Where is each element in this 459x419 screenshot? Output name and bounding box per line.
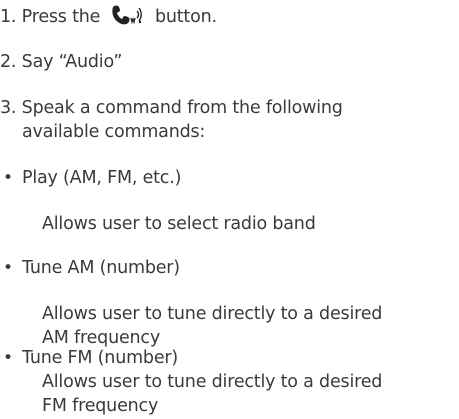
step-3-text-line2: available commands: [22,122,206,142]
command-title: Tune AM (number) [22,258,180,278]
command-description-continuation: FM frequency [42,396,159,416]
command-title: Tune FM (number) [22,348,179,368]
talk-voice-icon [110,4,144,26]
step-1-number: 1. [0,7,17,27]
step-1-text-after: button. [154,7,217,27]
bullet-marker: • [3,258,14,278]
step-1: 1. Press the button. [0,4,217,30]
step-3-text-line1: Speak a command from the following [21,98,343,118]
bullet-marker: • [3,168,14,188]
instruction-document: 1. Press the button. 2. Say “Audio” 3. S… [0,0,459,419]
step-2-text: Say “Audio” [21,52,123,72]
command-description: Allows user to select radio band [42,214,316,234]
step-3: 3. Speak a command from the following [0,96,343,121]
step-1-text-before: Press the [21,7,101,27]
step-2-number: 2. [0,52,17,72]
command-description: Allows user to tune directly to a desire… [42,372,383,392]
command-title: Play (AM, FM, etc.) [22,168,182,188]
step-3-continuation: available commands: [22,120,205,145]
bullet-marker: • [3,348,14,368]
command-description: Allows user to tune directly to a desire… [42,304,383,324]
step-2: 2. Say “Audio” [0,50,122,75]
step-3-number: 3. [0,98,17,118]
